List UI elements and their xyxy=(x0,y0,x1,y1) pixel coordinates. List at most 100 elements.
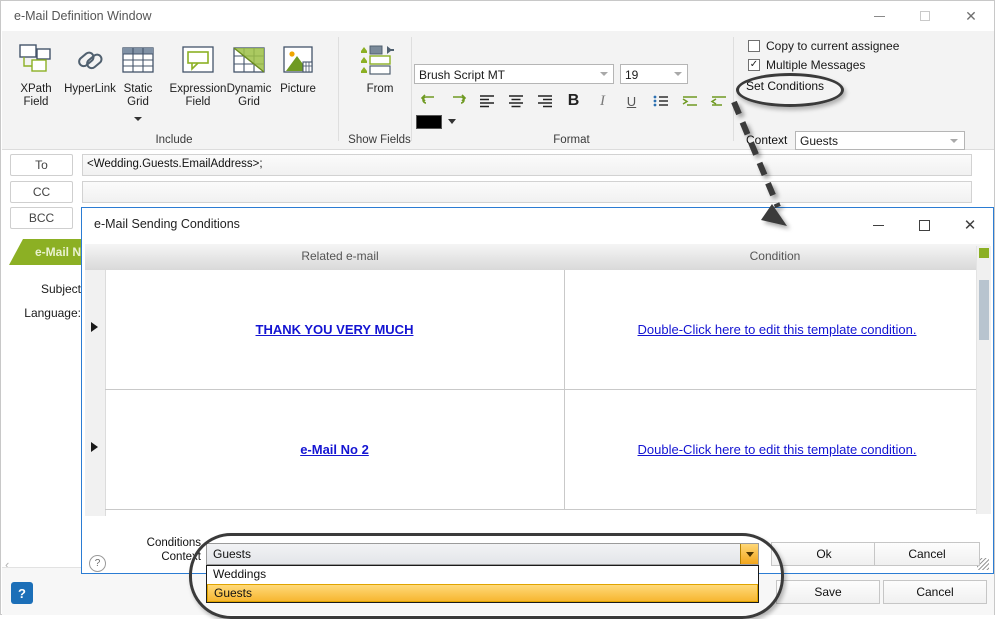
related-email-link[interactable]: e-Mail No 2 xyxy=(300,442,369,457)
group-separator-3 xyxy=(733,37,734,141)
format-button-row: B I U xyxy=(414,89,733,113)
grid-header-condition[interactable]: Condition xyxy=(575,249,975,263)
copy-to-assignee-checkbox-row[interactable]: Copy to current assignee xyxy=(748,39,899,53)
picture-label-1: Picture xyxy=(280,83,316,95)
ribbon-group-include: XPath Field HyperLink Static Grid Expres… xyxy=(6,31,336,149)
main-cancel-button[interactable]: Cancel xyxy=(883,580,987,604)
cell-condition[interactable]: Double-Click here to edit this template … xyxy=(565,270,989,389)
save-button[interactable]: Save xyxy=(776,580,880,604)
dialog-maximize-button[interactable] xyxy=(901,208,947,242)
picture-icon xyxy=(270,37,326,83)
checkbox-checked-icon[interactable]: ✓ xyxy=(748,59,760,71)
italic-icon: I xyxy=(600,92,605,109)
dynamic-grid-label-2: Grid xyxy=(238,96,260,108)
conditions-context-dropdown-list[interactable]: Weddings Guests xyxy=(206,565,759,603)
table-row[interactable]: THANK YOU VERY MUCH Double-Click here to… xyxy=(105,270,989,390)
from-field-label: From xyxy=(366,83,394,95)
minimize-icon xyxy=(872,224,884,226)
align-center-icon xyxy=(508,95,523,108)
main-window-title: e-Mail Definition Window xyxy=(14,9,152,23)
email-sending-conditions-dialog: e-Mail Sending Conditions ✕ Related e-ma… xyxy=(81,207,994,574)
grid-header-related-email[interactable]: Related e-mail xyxy=(105,249,575,263)
static-grid-button[interactable]: Static Grid xyxy=(110,37,166,124)
maximize-button[interactable] xyxy=(902,1,948,31)
main-title-bar: e-Mail Definition Window ✕ xyxy=(1,1,994,31)
font-size-combo[interactable]: 19 xyxy=(620,64,688,84)
text-color-dropdown-arrow[interactable] xyxy=(448,119,456,124)
help-button[interactable]: ? xyxy=(11,582,33,604)
dropdown-option-guests[interactable]: Guests xyxy=(207,584,758,602)
maximize-icon xyxy=(918,219,930,231)
text-color-button[interactable] xyxy=(416,115,442,129)
bold-button[interactable]: B xyxy=(559,89,588,113)
dialog-close-button[interactable]: ✕ xyxy=(947,208,993,242)
condition-link[interactable]: Double-Click here to edit this template … xyxy=(638,442,917,457)
redo-button[interactable] xyxy=(443,89,472,113)
align-left-button[interactable] xyxy=(472,89,501,113)
table-row[interactable]: e-Mail No 2 Double-Click here to edit th… xyxy=(105,390,989,510)
grid-indicator-column xyxy=(85,270,106,516)
picture-button[interactable]: Picture xyxy=(270,37,326,96)
underline-button[interactable]: U xyxy=(617,89,646,113)
cell-related-email[interactable]: THANK YOU VERY MUCH xyxy=(105,270,565,389)
to-input[interactable]: <Wedding.Guests.EmailAddress>; xyxy=(82,154,972,176)
combo-dropdown-button[interactable] xyxy=(740,544,758,564)
align-center-button[interactable] xyxy=(501,89,530,113)
chevron-down-icon xyxy=(600,72,608,76)
decrease-indent-icon xyxy=(710,96,726,106)
conditions-context-combo[interactable]: Guests xyxy=(206,543,759,565)
condition-link[interactable]: Double-Click here to edit this template … xyxy=(638,322,917,337)
row-indicator-icon xyxy=(91,322,98,332)
chevron-down-icon xyxy=(745,551,754,557)
minimize-button[interactable] xyxy=(856,1,902,31)
multiple-messages-label: Multiple Messages xyxy=(766,58,866,72)
dialog-vertical-scrollbar[interactable] xyxy=(976,246,991,514)
bullet-list-button[interactable] xyxy=(646,89,675,113)
ribbon-group-label-format: Format xyxy=(553,134,590,146)
group-separator-1 xyxy=(338,37,339,141)
dialog-title-bar: e-Mail Sending Conditions ✕ xyxy=(82,208,993,244)
decrease-indent-button[interactable] xyxy=(704,89,733,113)
grid-body: THANK YOU VERY MUCH Double-Click here to… xyxy=(85,270,990,516)
bcc-button[interactable]: BCC xyxy=(10,207,73,229)
ribbon-group-label-show-fields: Show Fields xyxy=(348,134,411,146)
copy-to-assignee-label: Copy to current assignee xyxy=(766,39,900,53)
increase-indent-button[interactable] xyxy=(675,89,704,113)
scrollbar-thumb[interactable] xyxy=(979,280,989,340)
dialog-ok-button[interactable]: Ok xyxy=(771,542,877,566)
cell-related-email[interactable]: e-Mail No 2 xyxy=(105,390,565,509)
to-button[interactable]: To xyxy=(10,154,73,176)
underline-icon: U xyxy=(626,93,637,109)
checkbox-unchecked-icon[interactable] xyxy=(748,40,760,52)
cc-input[interactable] xyxy=(82,181,972,203)
align-right-icon xyxy=(537,95,552,108)
dialog-cancel-button[interactable]: Cancel xyxy=(874,542,980,566)
close-button[interactable]: ✕ xyxy=(948,1,994,31)
dialog-minimize-button[interactable] xyxy=(855,208,901,242)
undo-button[interactable] xyxy=(414,89,443,113)
from-field-icon xyxy=(350,37,410,83)
dropdown-option-weddings[interactable]: Weddings xyxy=(207,566,758,584)
maximize-icon xyxy=(920,11,930,21)
chevron-down-icon xyxy=(950,139,958,143)
language-label: Language: xyxy=(24,306,81,320)
multiple-messages-checkbox-row[interactable]: ✓ Multiple Messages xyxy=(748,58,865,72)
align-right-button[interactable] xyxy=(530,89,559,113)
italic-button[interactable]: I xyxy=(588,89,617,113)
cell-condition[interactable]: Double-Click here to edit this template … xyxy=(565,390,989,509)
static-grid-dropdown-arrow[interactable] xyxy=(110,110,166,124)
ribbon: XPath Field HyperLink Static Grid Expres… xyxy=(2,31,994,150)
dialog-help-icon[interactable]: ? xyxy=(89,555,106,572)
context-combo[interactable]: Guests xyxy=(795,131,965,150)
chevron-down-icon xyxy=(134,117,142,121)
align-left-icon xyxy=(479,95,494,108)
related-email-link[interactable]: THANK YOU VERY MUCH xyxy=(256,322,414,337)
chevron-down-icon xyxy=(674,72,682,76)
cc-button[interactable]: CC xyxy=(10,181,73,203)
font-name-combo[interactable]: Brush Script MT xyxy=(414,64,614,84)
application-window: e-Mail Definition Window ✕ XPath Field H… xyxy=(0,0,995,619)
set-conditions-button[interactable]: Set Conditions xyxy=(746,79,824,93)
dialog-window-controls: ✕ xyxy=(855,208,993,244)
undo-icon xyxy=(420,94,434,104)
from-field-button[interactable]: From xyxy=(350,37,410,96)
